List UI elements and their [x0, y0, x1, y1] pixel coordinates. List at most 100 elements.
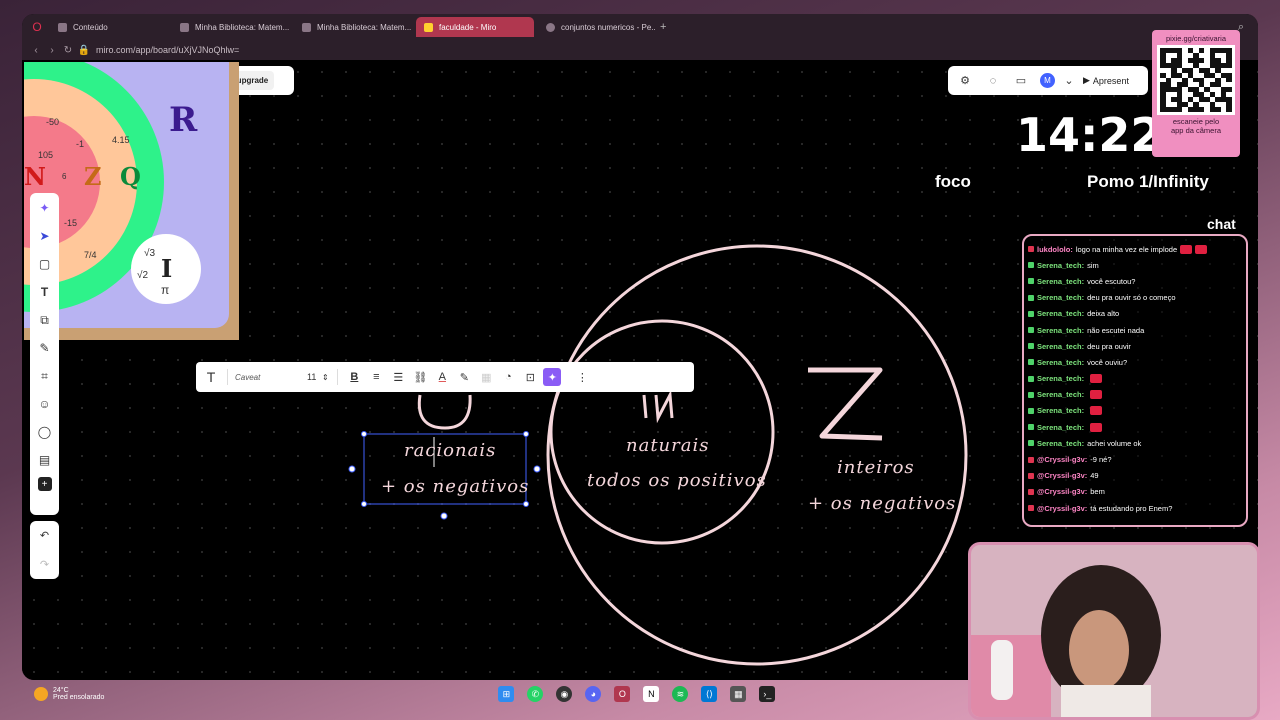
- notion-icon[interactable]: N: [643, 686, 660, 702]
- tab-miro[interactable]: faculdade - Miro: [416, 17, 534, 37]
- obs-icon[interactable]: ◉: [556, 686, 573, 702]
- heart-emote-icon: [1180, 244, 1193, 254]
- comment-icon[interactable]: ◌: [984, 72, 1002, 90]
- whatsapp-icon[interactable]: ✆: [527, 686, 544, 702]
- opacity-icon[interactable]: ▦: [477, 368, 495, 386]
- opera-icon[interactable]: O: [28, 18, 46, 36]
- tab-biblioteca-2[interactable]: Minha Biblioteca: Matem...: [294, 17, 412, 37]
- tab-biblioteca-1[interactable]: Minha Biblioteca: Matem...: [172, 17, 290, 37]
- reload-icon[interactable]: ↻: [60, 45, 76, 56]
- z-label-line2[interactable]: + os negativos: [808, 493, 956, 514]
- frame-icon[interactable]: ⌗: [34, 365, 56, 387]
- chat-message: Serena_tech:: [1028, 371, 1242, 387]
- letter-n: N: [24, 162, 46, 191]
- calculator-icon[interactable]: ▦: [730, 686, 747, 702]
- n-label-line2[interactable]: todos os positivos: [587, 470, 767, 491]
- font-select[interactable]: Caveat: [235, 373, 295, 382]
- chat-username: @Cryssil-g3v:: [1037, 471, 1088, 481]
- font-size-value[interactable]: 11: [307, 372, 316, 382]
- template-icon[interactable]: ▤: [34, 449, 56, 471]
- undo-redo-bar: ↶ ↷: [30, 521, 59, 579]
- url-text[interactable]: miro.com/app/board/uXjVJNoQhlw=: [96, 45, 239, 55]
- vscode-icon[interactable]: ⟨⟩: [701, 686, 718, 702]
- chat-text: bem: [1090, 487, 1105, 497]
- qr-code-icon: [1157, 45, 1235, 115]
- avatar[interactable]: M: [1040, 73, 1055, 88]
- chat-message: Serena_tech: achei volume ok: [1028, 435, 1242, 451]
- emoji-icon[interactable]: ☺: [34, 393, 56, 415]
- chat-username: @Cryssil-g3v:: [1037, 487, 1088, 497]
- ai-sparkle-icon[interactable]: ✦: [543, 368, 562, 386]
- chat-text: 49: [1090, 471, 1099, 481]
- chat-message: @Cryssil-g3v: bem: [1028, 484, 1242, 500]
- align-center-icon[interactable]: ≡: [367, 368, 385, 386]
- chat-username: Serena_tech:: [1037, 325, 1085, 335]
- list-icon[interactable]: ☰: [389, 368, 407, 386]
- weather-temp: 24°C: [53, 687, 69, 694]
- chat-message: Serena_tech: você ouviu?: [1028, 354, 1242, 370]
- chat-badge-icon: [1028, 294, 1034, 301]
- forward-icon[interactable]: ›: [44, 45, 60, 56]
- font-size-stepper-icon[interactable]: ⇕: [320, 368, 330, 386]
- lock-icon[interactable]: ⊡: [521, 368, 539, 386]
- google-icon: [546, 22, 555, 32]
- heart-emote-icon: [1090, 390, 1103, 400]
- select-cursor-icon[interactable]: ➤: [34, 225, 56, 247]
- weather-icon: [34, 687, 48, 701]
- q-label-line2[interactable]: + os negativos: [381, 476, 529, 497]
- chat-badge-icon: [1028, 456, 1034, 463]
- ai-sparkle-icon[interactable]: ✦: [34, 197, 56, 219]
- sticky-note-icon[interactable]: ▢: [34, 253, 56, 275]
- reactions-icon[interactable]: ⚙: [956, 72, 974, 90]
- chat-message: Serena_tech:: [1028, 403, 1242, 419]
- shapes-icon[interactable]: ⧉: [34, 309, 56, 331]
- back-icon[interactable]: ‹: [28, 45, 44, 56]
- heart-emote-icon: [1090, 422, 1103, 432]
- chat-username: Serena_tech:: [1037, 406, 1085, 416]
- opera-icon[interactable]: O: [614, 686, 631, 702]
- highlight-icon[interactable]: ✎: [455, 368, 473, 386]
- link-icon[interactable]: ⛓: [411, 368, 429, 386]
- os-taskbar: 24°C Pred ensolarado ⊞ ✆ ◉ ◕ O N ≋ ⟨⟩ ▦ …: [22, 680, 1258, 708]
- add-more-icon[interactable]: +: [37, 477, 52, 491]
- qr-caption-2: app da câmera: [1170, 126, 1222, 135]
- set-number: 4.15: [112, 135, 130, 145]
- collab-toolbar: ⚙ ◌ ▭ M ⌄ ▶ Apresent: [948, 66, 1148, 95]
- windows-start-icon[interactable]: ⊞: [498, 686, 515, 702]
- q-label-line1[interactable]: racionais: [404, 440, 496, 461]
- chat-badge-icon: [1028, 375, 1034, 382]
- discord-icon[interactable]: ◕: [585, 686, 602, 702]
- miro-favicon-icon: [424, 22, 433, 32]
- qr-url: pixie.gg/criativaria: [1165, 34, 1227, 43]
- heart-emote-icon: [1195, 244, 1208, 254]
- bold-icon[interactable]: B: [345, 368, 363, 386]
- undo-icon[interactable]: ↶: [36, 527, 54, 545]
- chat-message: @Cryssil-g3v: 49: [1028, 468, 1242, 484]
- new-tab-button[interactable]: +: [660, 21, 666, 33]
- chevron-down-icon[interactable]: ⌄: [1064, 72, 1073, 90]
- text-tool-icon[interactable]: T: [34, 281, 56, 303]
- redo-icon[interactable]: ↷: [36, 556, 54, 574]
- more-vertical-icon[interactable]: ⋮: [573, 368, 591, 386]
- spotify-icon[interactable]: ≋: [672, 686, 689, 702]
- comment-icon[interactable]: ◔: [499, 368, 517, 386]
- irrational-number: √2: [137, 270, 149, 281]
- z-label-line1[interactable]: inteiros: [837, 457, 915, 478]
- focus-label: foco: [935, 172, 971, 191]
- pen-icon[interactable]: ✎: [34, 337, 56, 359]
- text-type-icon[interactable]: T: [202, 368, 220, 386]
- tab-bar: O Conteúdo Minha Biblioteca: Matem... Mi…: [22, 14, 1258, 40]
- chat-username: Serena_tech:: [1037, 374, 1085, 384]
- chat-list: lukdololo: logo na minha vez ele implode S…: [1028, 241, 1242, 516]
- video-icon[interactable]: ▭: [1012, 72, 1030, 90]
- present-button[interactable]: ▶ Apresent: [1083, 75, 1129, 86]
- chat-badge-icon: [1028, 278, 1034, 285]
- chat-message: Serena_tech: deu pra ouvir só o começo: [1028, 290, 1242, 306]
- tab-conteudo[interactable]: Conteúdo: [50, 17, 168, 37]
- tab-conjuntos[interactable]: conjuntos numericos - Pe...: [538, 17, 656, 37]
- text-color-icon[interactable]: A: [433, 368, 451, 386]
- comment-tool-icon[interactable]: ◯: [34, 421, 56, 443]
- terminal-icon[interactable]: ›_: [759, 686, 776, 702]
- weather-widget[interactable]: 24°C Pred ensolarado: [53, 687, 104, 701]
- n-label-line1[interactable]: naturais: [626, 435, 709, 456]
